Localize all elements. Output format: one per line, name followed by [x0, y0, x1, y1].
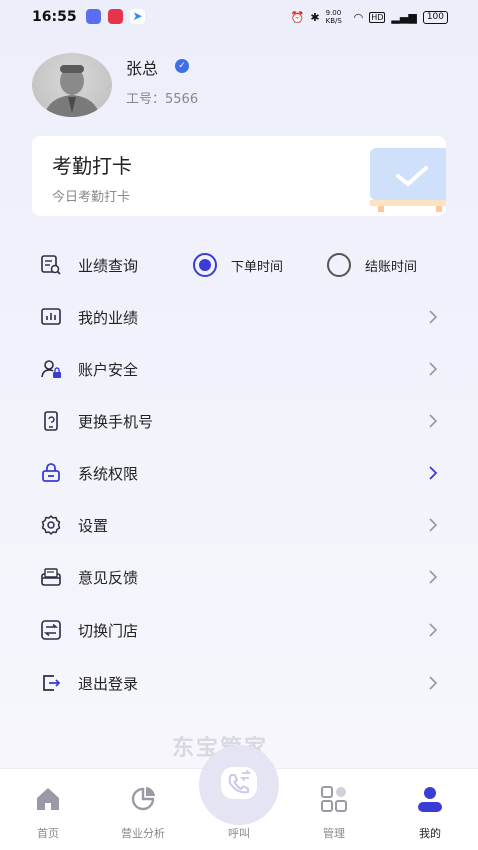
- menu-item-label: 意见反馈: [78, 568, 139, 587]
- tab-label: 我的: [419, 827, 441, 840]
- radio-order-time-button[interactable]: [193, 253, 217, 277]
- chevron-right-icon: [429, 310, 438, 324]
- chevron-right-icon: [429, 466, 438, 480]
- chevron-right-icon: [429, 362, 438, 376]
- menu-item-label: 退出登录: [78, 674, 139, 693]
- tab-label: 首页: [37, 827, 59, 840]
- app-notification-icon: [86, 9, 101, 24]
- tab-label: 营业分析: [121, 827, 165, 840]
- phone-call-icon: [221, 767, 257, 799]
- employee-id: 工号：5566: [126, 92, 199, 107]
- user-lock-icon: [41, 360, 61, 378]
- home-icon: [37, 788, 59, 810]
- menu-item-label: 我的业绩: [78, 308, 139, 327]
- gear-icon: [41, 515, 61, 535]
- radio-checkout-time-button[interactable]: [327, 253, 351, 277]
- tab-business-analysis[interactable]: 营业分析: [103, 769, 183, 850]
- grid-icon: [321, 786, 347, 812]
- chevron-right-icon: [429, 570, 438, 584]
- chevron-right-icon: [429, 676, 438, 690]
- checkmark-board-icon: [370, 148, 446, 212]
- alarm-icon: ⏰: [290, 10, 305, 24]
- menu-item-my-performance[interactable]: 我的业绩: [0, 295, 478, 339]
- tab-home[interactable]: 首页: [8, 769, 88, 850]
- bluetooth-icon: ✱: [310, 10, 320, 24]
- tab-mine[interactable]: 我的: [390, 769, 470, 850]
- menu-item-label: 设置: [78, 516, 109, 535]
- chevron-right-icon: [429, 518, 438, 532]
- feedback-icon: [41, 568, 61, 586]
- menu-item-settings[interactable]: 设置: [0, 503, 478, 547]
- avatar[interactable]: [32, 53, 112, 117]
- hd-icon: HD: [369, 11, 386, 23]
- chevron-right-icon: [429, 623, 438, 637]
- video-app-icon: [108, 9, 123, 24]
- phone-icon: [44, 411, 58, 431]
- menu-item-logout[interactable]: 退出登录: [0, 661, 478, 705]
- user-name: 张总: [126, 59, 159, 78]
- performance-query-label: 业绩查询: [78, 256, 139, 275]
- status-time: 16:55: [32, 9, 77, 25]
- attendance-subtitle: 今日考勤打卡: [52, 190, 131, 205]
- status-bar: 16:55 ➤ ⏰ ✱ 9.00 KB/S ◠ HD ▂▄▆ 100: [0, 0, 478, 34]
- performance-query-row: 业绩查询 下单时间 结账时间: [0, 243, 478, 287]
- lock-icon: [42, 463, 60, 482]
- menu-item-label: 切换门店: [78, 621, 139, 640]
- report-search-icon: [41, 255, 61, 275]
- call-button[interactable]: [199, 745, 279, 825]
- menu-item-change-phone[interactable]: 更换手机号: [0, 399, 478, 443]
- tab-label: 管理: [323, 827, 345, 840]
- signal-icon: ▂▄▆: [391, 10, 417, 24]
- wifi-icon: ◠: [353, 10, 364, 24]
- menu-item-label: 账户安全: [78, 360, 139, 379]
- menu-item-account-security[interactable]: 账户安全: [0, 347, 478, 391]
- radio-order-time-label: 下单时间: [231, 259, 284, 275]
- menu-item-feedback[interactable]: 意见反馈: [0, 555, 478, 599]
- menu-item-label: 更换手机号: [78, 412, 154, 431]
- attendance-card[interactable]: 考勤打卡 今日考勤打卡: [32, 136, 446, 216]
- menu-item-label: 系统权限: [78, 464, 139, 483]
- person-icon: [418, 787, 442, 812]
- tab-label: 呼叫: [228, 827, 250, 840]
- tab-management[interactable]: 管理: [294, 769, 374, 850]
- attendance-title: 考勤打卡: [52, 154, 132, 178]
- play-app-icon: ➤: [130, 9, 145, 24]
- pie-chart-icon: [131, 787, 155, 811]
- chart-icon: [41, 308, 61, 325]
- radio-checkout-time[interactable]: 结账时间: [327, 253, 417, 277]
- menu-item-system-permissions[interactable]: 系统权限: [0, 451, 478, 495]
- verified-icon: ✓: [175, 59, 189, 73]
- radio-order-time[interactable]: 下单时间: [193, 253, 283, 277]
- avatar-person-icon: [44, 65, 100, 117]
- status-indicators: ⏰ ✱ 9.00 KB/S ◠ HD ▂▄▆ 100: [291, 9, 448, 25]
- radio-checkout-time-label: 结账时间: [365, 259, 418, 275]
- logout-icon: [43, 675, 61, 691]
- network-speed: 9.00 KB/S: [325, 9, 342, 25]
- switch-icon: [41, 620, 61, 640]
- chevron-right-icon: [429, 414, 438, 428]
- battery-icon: 100: [422, 10, 448, 24]
- menu-item-switch-store[interactable]: 切换门店: [0, 608, 478, 652]
